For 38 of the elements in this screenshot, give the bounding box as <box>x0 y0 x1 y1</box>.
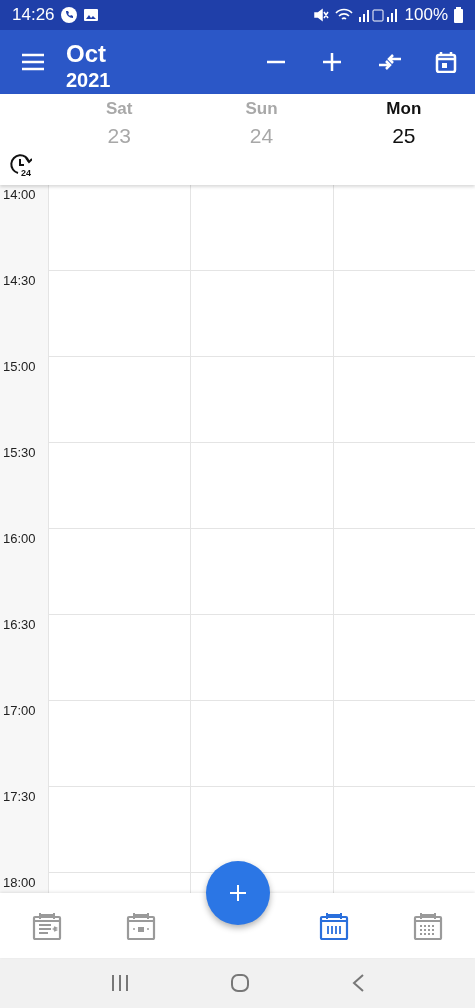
time-label: 14:30 <box>3 273 36 288</box>
time-label: 16:30 <box>3 617 36 632</box>
recent-apps-icon[interactable] <box>110 974 129 992</box>
plus-icon <box>229 884 247 902</box>
clock-icon <box>10 154 32 174</box>
time-label: 17:00 <box>3 703 36 718</box>
weekday-label[interactable]: Sat <box>105 99 133 119</box>
mute-icon <box>312 7 329 23</box>
battery-level: 100% <box>404 5 448 25</box>
wifi-icon <box>334 8 353 22</box>
week-calendar-icon <box>319 911 350 940</box>
month-title: Oct <box>66 40 107 68</box>
time-label: 14:00 <box>3 187 36 202</box>
phone-icon <box>60 7 77 23</box>
signal-icon <box>358 8 399 22</box>
month-calendar-icon <box>413 911 444 940</box>
calendar-icon <box>434 51 459 73</box>
menu-icon[interactable] <box>21 52 45 72</box>
date-label[interactable]: 23 <box>107 122 131 150</box>
date-label[interactable]: 24 <box>249 122 274 150</box>
year-title: 2021 <box>66 68 112 92</box>
status-time: 14:26 <box>12 5 55 25</box>
time-label: 16:00 <box>3 531 36 546</box>
agenda-calendar-icon <box>31 911 62 940</box>
time-label: 15:30 <box>3 445 36 460</box>
back-icon[interactable] <box>350 973 365 993</box>
time-label: 17:30 <box>3 789 36 804</box>
date-label[interactable]: 25 <box>392 122 416 150</box>
image-icon <box>82 8 99 22</box>
weekday-label[interactable]: Mon <box>386 99 422 119</box>
time-format-button[interactable]: 24 <box>10 154 36 178</box>
minus-icon <box>265 60 286 64</box>
day-calendar-icon <box>125 911 156 940</box>
weekday-label[interactable]: Sun <box>245 99 278 119</box>
time-label: 18:00 <box>3 875 36 890</box>
home-icon[interactable] <box>229 973 250 993</box>
battery-icon <box>454 7 463 23</box>
time-label: 15:00 <box>3 359 36 374</box>
